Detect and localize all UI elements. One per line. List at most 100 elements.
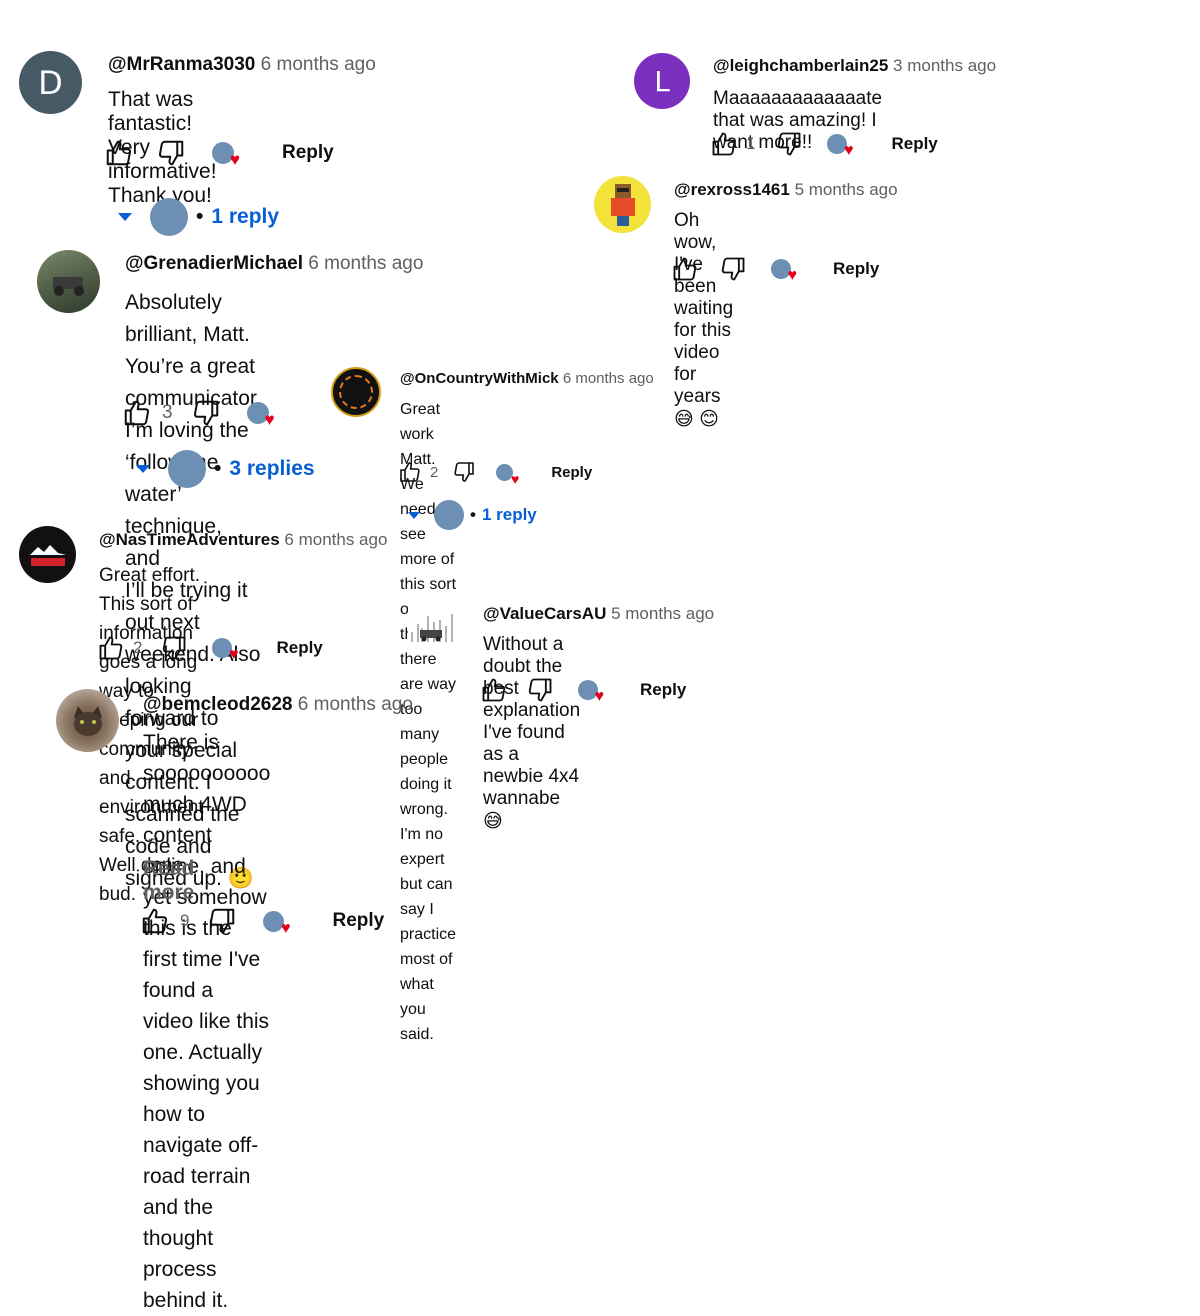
reply-button[interactable]: Reply xyxy=(640,680,686,700)
thumbs-up-icon[interactable] xyxy=(104,138,134,168)
comment-actions: 9 ♥ Reply xyxy=(140,906,384,937)
thumbs-down-icon[interactable] xyxy=(160,634,188,662)
reply-button[interactable]: Reply xyxy=(276,638,322,658)
thumbs-up-icon[interactable] xyxy=(122,398,152,428)
creator-heart-badge: ♥ xyxy=(212,142,240,169)
comment-header: @MrRanma3030 6 months ago xyxy=(108,54,376,76)
caret-down-icon xyxy=(136,465,150,473)
comment-header: @leighchamberlain25 3 months ago xyxy=(713,56,996,76)
comment-actions: 1 ♥ Reply xyxy=(710,130,938,159)
view-replies-button[interactable]: • 3 replies xyxy=(136,450,315,488)
caret-down-icon xyxy=(118,213,132,221)
timestamp[interactable]: 3 months ago xyxy=(893,56,996,75)
read-more-button[interactable]: Read more xyxy=(143,857,194,905)
avatar-letter: D xyxy=(38,63,63,102)
heart-icon: ♥ xyxy=(594,688,605,705)
comment-header: @GrenadierMichael 6 months ago xyxy=(125,253,423,275)
comment-header: @bemcleod2628 6 months ago xyxy=(143,694,413,716)
reply-button[interactable]: Reply xyxy=(891,134,937,154)
reply-button[interactable]: Reply xyxy=(282,142,334,164)
avatar[interactable] xyxy=(408,602,458,648)
truncation-ellipsis: … xyxy=(143,828,156,843)
avatar[interactable] xyxy=(37,250,100,313)
timestamp[interactable]: 6 months ago xyxy=(298,694,413,715)
creator-avatar xyxy=(150,198,188,236)
author-handle[interactable]: @GrenadierMichael xyxy=(125,253,303,274)
avatar-letter: L xyxy=(654,64,670,98)
timestamp[interactable]: 6 months ago xyxy=(261,54,376,75)
thumbs-up-icon[interactable] xyxy=(671,255,699,283)
heart-icon: ♥ xyxy=(280,919,291,937)
replies-count-label: 1 reply xyxy=(211,205,280,228)
thumbs-up-icon[interactable] xyxy=(97,634,125,662)
reply-button[interactable]: Reply xyxy=(332,910,384,932)
heart-icon: ♥ xyxy=(511,470,520,487)
comment-actions: ♥ Reply xyxy=(104,138,334,169)
author-handle[interactable]: @MrRanma3030 xyxy=(108,54,255,75)
avatar[interactable] xyxy=(19,526,76,583)
thumbs-down-icon[interactable] xyxy=(775,130,803,158)
like-count: 2 xyxy=(430,463,439,481)
comment-text-line: video like this one. Actually showing yo… xyxy=(143,1010,270,1281)
comment-header: @ValueCarsAU 5 months ago xyxy=(483,604,714,624)
avatar[interactable] xyxy=(594,176,651,233)
reply-button[interactable]: Reply xyxy=(551,464,592,481)
replies-count-label: 1 reply xyxy=(481,505,537,524)
creator-heart-badge: ♥ xyxy=(578,680,604,705)
caret-down-icon xyxy=(408,511,420,519)
thumbs-up-icon[interactable] xyxy=(710,130,738,158)
heart-icon: ♥ xyxy=(843,142,854,159)
thumbs-down-icon[interactable] xyxy=(156,138,186,168)
heart-icon: ♥ xyxy=(787,267,798,284)
like-count: 3 xyxy=(162,402,173,423)
avatar[interactable] xyxy=(56,689,119,752)
thumbs-down-icon[interactable] xyxy=(452,460,476,484)
avatar[interactable]: L xyxy=(634,53,690,109)
comment-text: Great work Matt. We need to see more of … xyxy=(400,397,456,1047)
like-count: 9 xyxy=(180,911,190,930)
author-handle[interactable]: @ValueCarsAU xyxy=(483,604,606,623)
author-handle[interactable]: @OnCountryWithMick xyxy=(400,370,559,387)
author-handle[interactable]: @bemcleod2628 xyxy=(143,694,293,715)
heart-icon: ♥ xyxy=(228,646,239,663)
comment-text-line: behind it. xyxy=(143,1289,229,1312)
author-handle[interactable]: @rexross1461 xyxy=(674,180,790,199)
author-handle[interactable]: @leighchamberlain25 xyxy=(713,56,888,75)
thumbs-down-icon[interactable] xyxy=(526,676,554,704)
timestamp[interactable]: 6 months ago xyxy=(284,530,387,549)
thumbs-down-icon[interactable] xyxy=(191,398,221,428)
avatar[interactable] xyxy=(331,367,381,417)
creator-avatar xyxy=(168,450,206,488)
comment-text: Without a doubt the best explanation I'v… xyxy=(483,634,581,832)
thumbs-up-icon[interactable] xyxy=(140,906,170,936)
comment-text-line: Great work Matt. We need to see more of … xyxy=(400,401,457,793)
thumbs-up-icon[interactable] xyxy=(398,460,422,484)
view-replies-button[interactable]: • 1 reply xyxy=(408,500,537,530)
replies-count-label: 3 replies xyxy=(229,457,315,480)
creator-heart-badge: ♥ xyxy=(246,402,275,429)
timestamp[interactable]: 6 months ago xyxy=(308,253,423,274)
thumbs-up-icon[interactable] xyxy=(480,676,508,704)
like-count: 1 xyxy=(746,134,756,153)
avatar[interactable]: D xyxy=(19,51,82,114)
timestamp[interactable]: 6 months ago xyxy=(563,370,654,387)
reply-button[interactable]: Reply xyxy=(833,259,879,279)
timestamp[interactable]: 5 months ago xyxy=(611,604,714,623)
comment-text: There is soooooooooo much 4WD content on… xyxy=(143,727,270,1316)
comment-actions: ♥ Reply xyxy=(671,255,879,284)
comment-text-line: wrong. I'm no expert but can say I pract… xyxy=(400,801,457,1043)
thumbs-down-icon[interactable] xyxy=(719,255,747,283)
like-count: 2 xyxy=(133,638,143,657)
comment-actions: 2 ♥ Reply xyxy=(97,634,323,663)
view-replies-button[interactable]: • 1 reply xyxy=(118,198,279,236)
comment-header: @rexross1461 5 months ago xyxy=(674,180,898,200)
comment-header: @OnCountryWithMick 6 months ago xyxy=(400,370,654,387)
creator-heart-badge: ♥ xyxy=(212,638,238,663)
comment-actions: ♥ Reply xyxy=(480,676,686,705)
thumbs-down-icon[interactable] xyxy=(207,906,237,936)
timestamp[interactable]: 5 months ago xyxy=(795,180,898,199)
creator-heart-badge: ♥ xyxy=(496,463,519,487)
comment-header: @NasTimeAdventures 6 months ago xyxy=(99,530,387,550)
author-handle[interactable]: @NasTimeAdventures xyxy=(99,530,280,549)
comment-text: Oh wow, I've been waiting for this video… xyxy=(674,210,734,430)
